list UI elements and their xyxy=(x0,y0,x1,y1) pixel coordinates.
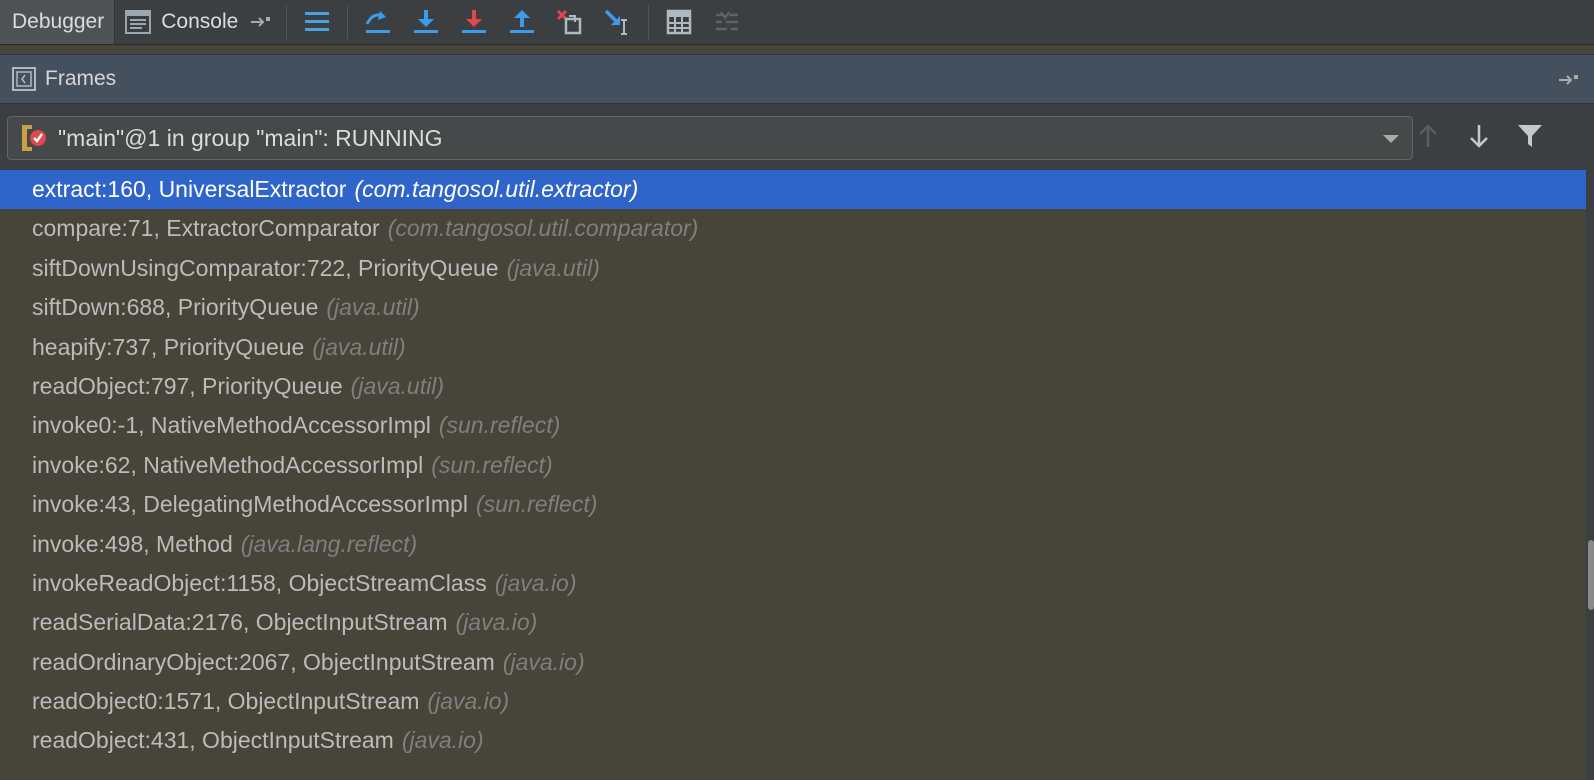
step-over-icon xyxy=(363,8,393,36)
filter-frames-button[interactable] xyxy=(1514,122,1546,154)
thread-selector-dropdown[interactable]: "main"@1 in group "main": RUNNING xyxy=(7,116,1413,160)
frame-row[interactable]: heapify:737, PriorityQueue (java.util) xyxy=(0,328,1586,367)
hide-panel-icon[interactable] xyxy=(1558,73,1580,87)
frame-row[interactable]: extract:160, UniversalExtractor (com.tang… xyxy=(0,170,1586,210)
frame-package: (java.util) xyxy=(506,254,600,281)
tab-debugger[interactable]: Debugger xyxy=(0,0,116,44)
debugger-toolbar: Debugger Console xyxy=(0,0,1594,45)
frame-row[interactable]: invoke:62, NativeMethodAccessorImpl (sun.… xyxy=(0,446,1586,485)
frame-row[interactable]: readObject:797, PriorityQueue (java.util) xyxy=(0,367,1586,406)
toolbar-separator xyxy=(648,5,650,39)
tab-console-label: Console xyxy=(161,10,239,33)
drop-frame-icon xyxy=(555,8,585,36)
frame-method: invoke:62, NativeMethodAccessorImpl xyxy=(32,451,424,478)
frame-method: siftDownUsingComparator:722, PriorityQue… xyxy=(32,254,499,281)
drop-frame-button[interactable] xyxy=(546,0,594,44)
evaluate-expression-icon xyxy=(665,8,693,36)
tab-debugger-label: Debugger xyxy=(12,10,105,33)
frame-package: (sun.reflect) xyxy=(431,451,553,478)
frame-method: invoke:43, DelegatingMethodAccessorImpl xyxy=(32,491,468,518)
frame-row[interactable]: siftDown:688, PriorityQueue (java.util) xyxy=(0,288,1586,327)
frame-row[interactable]: invoke:43, DelegatingMethodAccessorImpl (… xyxy=(0,485,1586,524)
frames-scrollbar[interactable] xyxy=(1586,170,1594,780)
frame-row[interactable]: invoke0:-1, NativeMethodAccessorImpl (sun… xyxy=(0,406,1586,445)
frames-panel-header: Frames xyxy=(0,54,1594,104)
frame-row[interactable]: readOrdinaryObject:2067, ObjectInputStre… xyxy=(0,643,1586,682)
previous-frame-button[interactable] xyxy=(1412,122,1444,154)
frames-list[interactable]: extract:160, UniversalExtractor (com.tang… xyxy=(0,170,1586,780)
chevron-down-icon xyxy=(1382,134,1400,144)
frames-panel-title: Frames xyxy=(45,67,117,90)
frame-method: invoke0:-1, NativeMethodAccessorImpl xyxy=(32,412,431,439)
frame-package: (java.util) xyxy=(326,294,420,321)
frame-method: readOrdinaryObject:2067, ObjectInputStre… xyxy=(32,648,495,675)
frame-package: (java.util) xyxy=(350,372,444,399)
frame-package: (sun.reflect) xyxy=(475,491,598,518)
run-to-cursor-button[interactable] xyxy=(594,0,642,44)
layout-lines-icon xyxy=(303,9,331,35)
arrow-up-icon xyxy=(1417,123,1439,154)
step-out-icon xyxy=(507,8,537,36)
debugger-window: Debugger Console Frames "main"@1 in grou… xyxy=(0,0,1594,780)
frames-icon xyxy=(12,67,36,91)
frame-package: (java.io) xyxy=(494,569,577,596)
force-step-into-button[interactable] xyxy=(450,0,498,44)
frame-row[interactable]: readObject:431, ObjectInputStream (java.i… xyxy=(0,721,1586,760)
frame-package: (java.io) xyxy=(427,688,510,715)
frame-method: readObject:431, ObjectInputStream xyxy=(32,727,394,754)
force-step-into-icon xyxy=(459,8,489,36)
frame-method: readObject:797, PriorityQueue xyxy=(32,372,343,399)
step-over-button[interactable] xyxy=(354,0,402,44)
restore-layout-icon[interactable] xyxy=(250,15,272,29)
frame-method: readObject0:1571, ObjectInputStream xyxy=(32,688,420,715)
show-execution-point-button[interactable] xyxy=(293,0,341,44)
trace-stream-icon xyxy=(713,8,741,36)
thread-selector-value: "main"@1 in group "main": RUNNING xyxy=(58,124,443,151)
frame-package: (com.tangosol.util.extractor) xyxy=(354,176,639,202)
frame-method: compare:71, ExtractorComparator xyxy=(32,215,380,242)
scrollbar-thumb[interactable] xyxy=(1588,540,1594,610)
frame-package: (java.io) xyxy=(401,727,484,754)
frame-method: extract:160, UniversalExtractor xyxy=(32,176,347,202)
evaluate-expression-button[interactable] xyxy=(655,0,703,44)
frame-row[interactable]: siftDownUsingComparator:722, PriorityQue… xyxy=(0,249,1586,288)
filter-icon xyxy=(1517,123,1543,154)
arrow-down-icon xyxy=(1468,123,1490,154)
frame-package: (com.tangosol.util.comparator) xyxy=(387,215,699,242)
step-into-icon xyxy=(411,8,441,36)
step-out-button[interactable] xyxy=(498,0,546,44)
step-into-button[interactable] xyxy=(402,0,450,44)
frame-row[interactable]: invokeReadObject:1158, ObjectStreamClass… xyxy=(0,564,1586,603)
frame-method: invokeReadObject:1158, ObjectStreamClass xyxy=(32,569,487,596)
console-icon xyxy=(125,9,152,35)
thread-running-icon xyxy=(20,123,50,153)
frame-row[interactable]: readSerialData:2176, ObjectInputStream (j… xyxy=(0,603,1586,642)
toolbar-separator xyxy=(347,5,349,39)
toolbar-separator xyxy=(286,5,288,39)
frame-package: (java.util) xyxy=(312,333,406,360)
frame-row[interactable]: readObject0:1571, ObjectInputStream (java… xyxy=(0,682,1586,721)
frame-method: siftDown:688, PriorityQueue xyxy=(32,294,319,321)
frame-package: (java.lang.reflect) xyxy=(240,530,418,557)
trace-stream-button[interactable] xyxy=(703,0,751,44)
thread-selector-row: "main"@1 in group "main": RUNNING xyxy=(0,104,1594,170)
tab-console[interactable]: Console xyxy=(115,0,280,44)
frame-package: (java.io) xyxy=(502,648,585,675)
frame-package: (sun.reflect) xyxy=(438,412,561,439)
frame-row[interactable]: compare:71, ExtractorComparator (com.tang… xyxy=(0,209,1586,248)
run-to-cursor-icon xyxy=(603,8,633,36)
frame-row[interactable]: invoke:498, Method (java.lang.reflect) xyxy=(0,525,1586,564)
next-frame-button[interactable] xyxy=(1463,122,1495,154)
frame-method: invoke:498, Method xyxy=(32,530,233,557)
frame-method: readSerialData:2176, ObjectInputStream xyxy=(32,609,448,636)
frame-package: (java.io) xyxy=(455,609,538,636)
frame-method: heapify:737, PriorityQueue xyxy=(32,333,305,360)
